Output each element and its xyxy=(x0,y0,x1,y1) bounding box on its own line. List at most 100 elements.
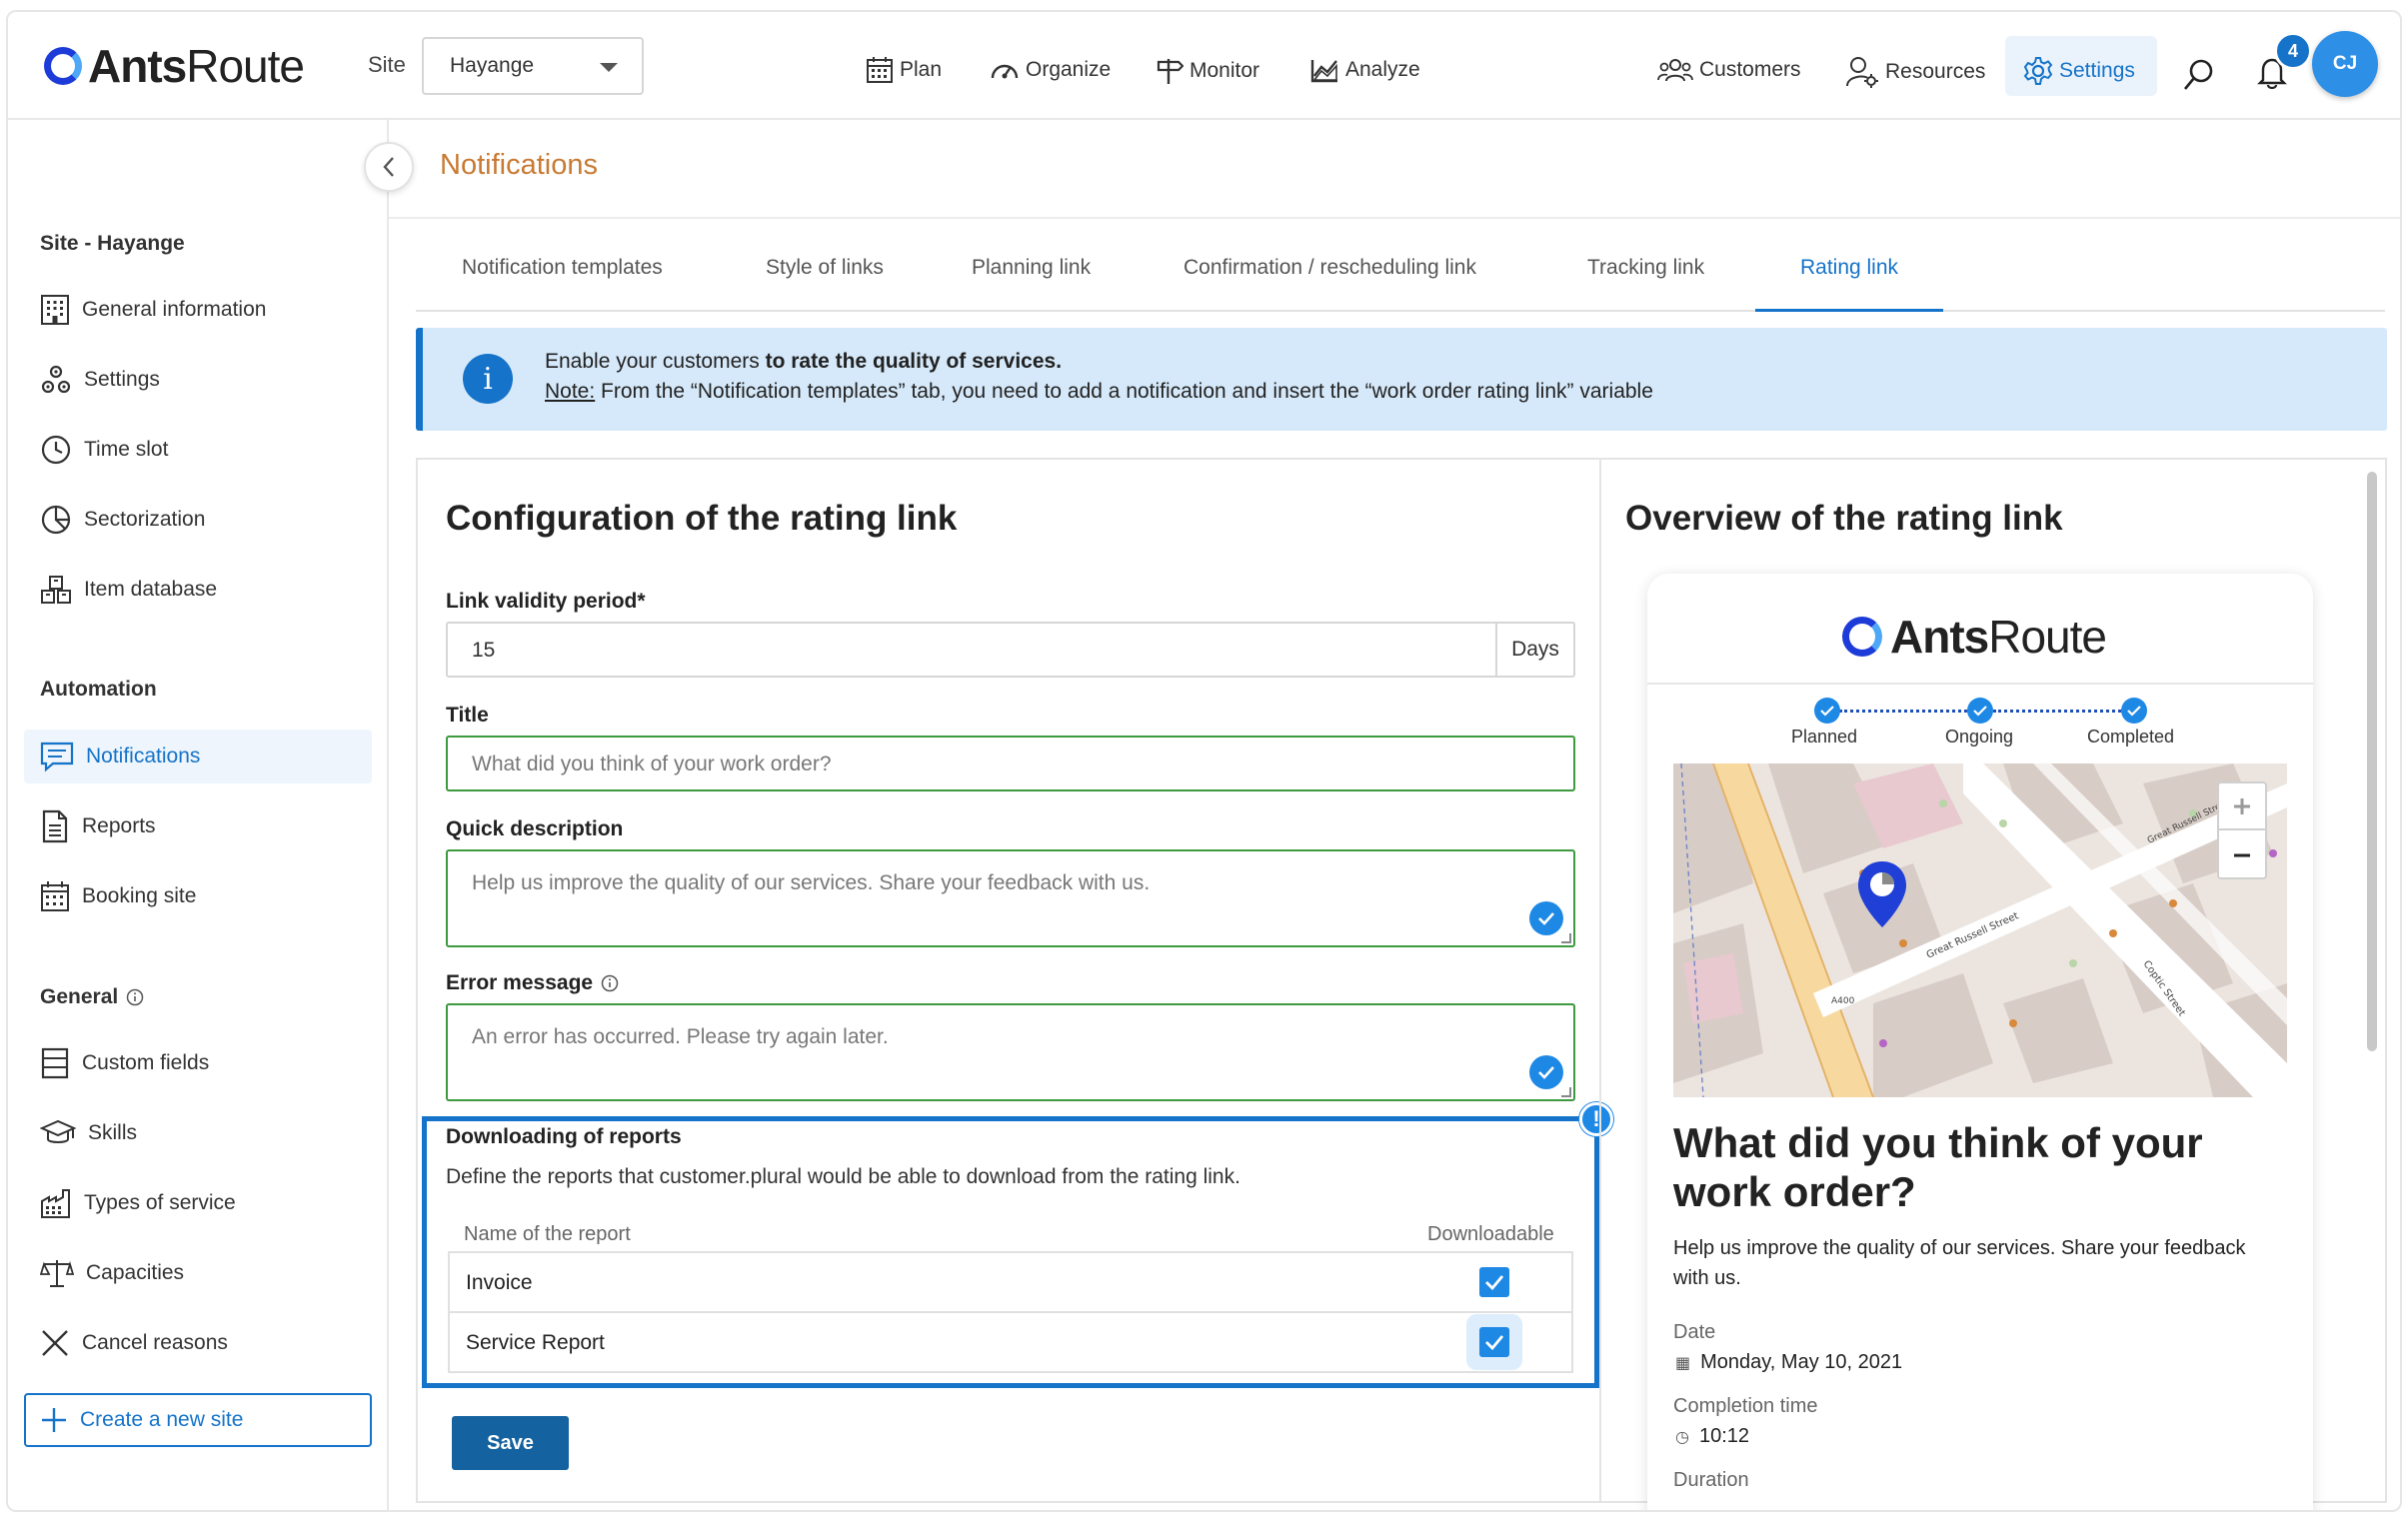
nav-settings-label: Settings xyxy=(2059,59,2135,82)
column-header-name: Name of the report xyxy=(464,1223,631,1245)
validity-input[interactable]: 15 Days xyxy=(446,622,1575,678)
preview-logo-regular: Route xyxy=(1988,611,2107,663)
customers-icon xyxy=(1657,59,1693,82)
progress-line xyxy=(1839,710,1967,713)
chevron-left-icon xyxy=(383,157,394,177)
tab-notification-templates[interactable]: Notification templates xyxy=(462,256,663,312)
description-value: Help us improve the quality of our servi… xyxy=(472,871,1151,894)
map-pin-icon xyxy=(1855,859,1909,934)
search-icon[interactable] xyxy=(2182,58,2216,92)
sidebar-item-label: Booking site xyxy=(82,884,197,907)
plus-icon xyxy=(42,1408,66,1432)
date-value-text: Monday, May 10, 2021 xyxy=(1700,1351,1903,1373)
tab-confirmation-rescheduling-link[interactable]: Confirmation / rescheduling link xyxy=(1184,256,1476,312)
logo-text-regular: Route xyxy=(186,40,305,92)
nav-plan[interactable]: Plan xyxy=(866,56,942,84)
user-avatar[interactable]: CJ xyxy=(2312,31,2378,97)
sidebar-item-cancel-reasons[interactable]: Cancel reasons xyxy=(24,1316,372,1370)
sidebar-item-label: Settings xyxy=(84,368,160,391)
logo-ring-icon xyxy=(44,47,82,85)
preview-heading: What did you think of your work order? xyxy=(1673,1119,2203,1215)
site-select[interactable]: Hayange xyxy=(422,37,644,95)
sidebar-item-reports[interactable]: Reports xyxy=(24,799,372,853)
factory-icon xyxy=(41,1189,70,1218)
sidebar-item-settings[interactable]: Settings xyxy=(24,353,372,407)
checkmark-icon xyxy=(1529,901,1563,935)
sidebar-item-time-slot[interactable]: Time slot xyxy=(24,423,372,477)
checkmark-icon xyxy=(1529,1055,1563,1089)
error-message-value: An error has occurred. Please try again … xyxy=(472,1025,889,1048)
error-label: Error message xyxy=(446,971,619,995)
gear-icon xyxy=(2023,57,2053,85)
validity-label: Link validity period* xyxy=(446,590,646,613)
chat-icon xyxy=(40,742,74,772)
sidebar-item-label: Sectorization xyxy=(84,508,206,531)
error-message-textarea[interactable]: An error has occurred. Please try again … xyxy=(446,1003,1575,1101)
preview-description: Help us improve the quality of our servi… xyxy=(1673,1237,2246,1289)
validity-value: 15 xyxy=(472,639,496,662)
info-banner: i Enable your customers to rate the qual… xyxy=(416,328,2387,431)
chart-icon xyxy=(1310,60,1337,83)
sidebar-item-skills[interactable]: Skills xyxy=(24,1106,372,1160)
notification-count-badge: 4 xyxy=(2274,32,2312,70)
sidebar-item-sectorization[interactable]: Sectorization xyxy=(24,493,372,547)
fields-icon xyxy=(41,1047,69,1079)
nav-resources[interactable]: Resources xyxy=(1845,56,1985,88)
nav-customers[interactable]: Customers xyxy=(1657,56,1801,84)
report-row-invoice: Invoice xyxy=(448,1251,1573,1313)
calendar-icon xyxy=(41,881,69,911)
gauge-icon xyxy=(991,64,1019,79)
calendar-icon xyxy=(867,57,893,83)
nav-organize[interactable]: Organize xyxy=(990,56,1111,84)
clock-small-icon: ◷ xyxy=(1675,1428,1689,1446)
step-label-ongoing: Ongoing xyxy=(1945,727,2014,747)
nav-settings[interactable]: Settings xyxy=(2005,36,2157,96)
sidebar-item-label: Skills xyxy=(88,1121,138,1144)
nav-customers-label: Customers xyxy=(1699,58,1801,81)
save-button[interactable]: Save xyxy=(452,1416,569,1470)
sidebar-item-booking-site[interactable]: Booking site xyxy=(24,869,372,923)
antsroute-logo[interactable]: Ants Route xyxy=(44,40,305,92)
sidebar-item-item-database[interactable]: Item database xyxy=(24,563,372,617)
nav-plan-label: Plan xyxy=(900,58,943,81)
nav-analyze[interactable]: Analyze xyxy=(1309,56,1420,84)
collapse-sidebar-button[interactable] xyxy=(364,142,414,192)
tab-style-of-links[interactable]: Style of links xyxy=(766,256,884,312)
logo-ring-icon xyxy=(1842,617,1882,657)
info-line-1-bold: to rate the quality of services. xyxy=(765,350,1063,373)
sidebar-item-capacities[interactable]: Capacities xyxy=(24,1246,372,1300)
resize-handle[interactable] xyxy=(1561,933,1571,943)
create-site-button[interactable]: Create a new site xyxy=(24,1393,372,1447)
location-map[interactable]: Great Russell Street Coptic Street Great… xyxy=(1673,763,2287,1097)
signpost-icon xyxy=(1157,59,1184,84)
tab-rating-link[interactable]: Rating link xyxy=(1755,256,1943,312)
sidebar-item-custom-fields[interactable]: Custom fields xyxy=(24,1036,372,1090)
overview-scrollbar[interactable] xyxy=(2367,472,2377,1051)
title-input[interactable]: What did you think of your work order? xyxy=(446,736,1575,791)
date-value: ▦ Monday, May 10, 2021 xyxy=(1675,1351,1902,1374)
info-line-2-text: From the “Notification templates” tab, y… xyxy=(595,380,1653,403)
sidebar-heading-site: Site - Hayange xyxy=(40,232,185,255)
step-check-icon xyxy=(1814,698,1840,724)
page-title: Notifications xyxy=(440,149,598,181)
plus-icon xyxy=(2234,797,2250,814)
preview-logo: Ants Route xyxy=(1842,610,2107,664)
nav-resources-label: Resources xyxy=(1885,60,1986,83)
zoom-in-button[interactable] xyxy=(2219,783,2265,830)
resize-handle[interactable] xyxy=(1561,1087,1571,1097)
nav-monitor[interactable]: Monitor xyxy=(1156,56,1259,86)
nav-analyze-label: Analyze xyxy=(1345,58,1420,81)
downloadable-checkbox[interactable] xyxy=(1479,1327,1509,1357)
report-name: Service Report xyxy=(466,1331,605,1354)
downloadable-checkbox[interactable] xyxy=(1479,1267,1509,1297)
sidebar-item-label: Item database xyxy=(84,578,218,601)
tab-planning-link[interactable]: Planning link xyxy=(972,256,1091,312)
tab-tracking-link[interactable]: Tracking link xyxy=(1587,256,1704,312)
x-icon xyxy=(42,1330,68,1356)
sidebar-item-types-of-service[interactable]: Types of service xyxy=(24,1176,372,1230)
sidebar-item-notifications[interactable]: Notifications xyxy=(24,730,372,783)
description-textarea[interactable]: Help us improve the quality of our servi… xyxy=(446,849,1575,947)
info-line-1-prefix: Enable your customers xyxy=(545,350,766,373)
sidebar-item-general-information[interactable]: General information xyxy=(24,283,372,337)
zoom-out-button[interactable] xyxy=(2219,832,2265,877)
